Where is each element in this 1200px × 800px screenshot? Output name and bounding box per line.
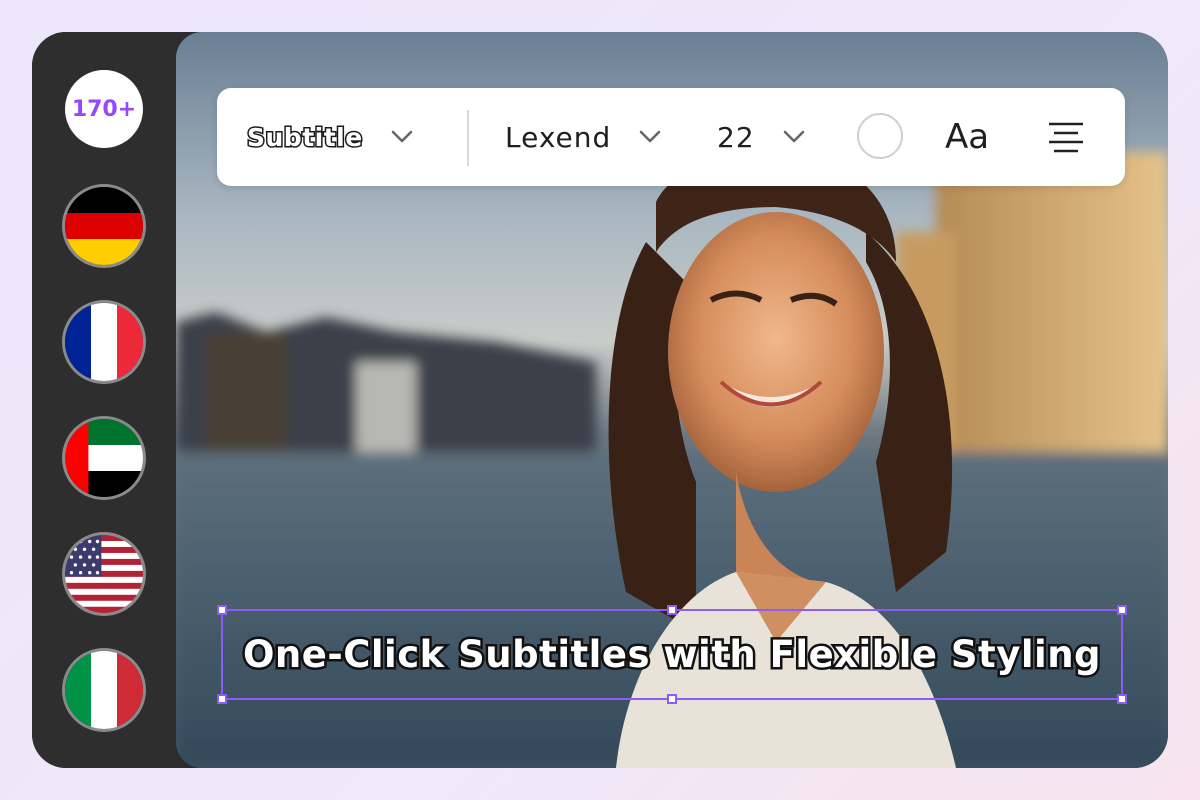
video-preview: Subtitle Lexend 22 Aa One-Click Subtitle… bbox=[176, 32, 1168, 768]
text-color-swatch[interactable] bbox=[857, 113, 903, 159]
alignment-button[interactable] bbox=[1047, 88, 1085, 186]
text-case-button[interactable]: Aa bbox=[945, 88, 989, 186]
chevron-down-icon bbox=[783, 130, 804, 143]
subtitle-toolbar: Subtitle Lexend 22 Aa bbox=[217, 88, 1125, 186]
resize-handle-bottom-left[interactable] bbox=[217, 694, 227, 704]
resize-handle-bottom-center[interactable] bbox=[667, 694, 677, 704]
flag-uae-icon[interactable] bbox=[62, 416, 146, 500]
font-size-value: 22 bbox=[717, 120, 755, 154]
resize-handle-top-center[interactable] bbox=[667, 605, 677, 615]
flag-italy-icon[interactable] bbox=[62, 648, 146, 732]
resize-handle-top-right[interactable] bbox=[1117, 605, 1127, 615]
style-dropdown[interactable]: Subtitle bbox=[246, 88, 413, 186]
font-dropdown[interactable]: Lexend bbox=[505, 88, 661, 186]
chevron-down-icon bbox=[640, 130, 661, 143]
flag-france-icon[interactable] bbox=[62, 300, 146, 384]
font-size-dropdown[interactable]: 22 bbox=[717, 88, 805, 186]
app-window: 170+ Subtitle Lexend 22 Aa One-Click Sub… bbox=[32, 32, 1168, 768]
language-count-badge: 170+ bbox=[65, 70, 143, 148]
font-label: Lexend bbox=[505, 120, 612, 154]
flag-germany-icon[interactable] bbox=[62, 184, 146, 268]
style-label: Subtitle bbox=[246, 121, 364, 153]
flag-usa-icon[interactable] bbox=[62, 532, 146, 616]
toolbar-divider bbox=[467, 110, 469, 166]
subtitle-caption-text[interactable]: One-Click Subtitles with Flexible Stylin… bbox=[223, 611, 1121, 698]
language-sidebar: 170+ bbox=[32, 32, 176, 768]
resize-handle-bottom-right[interactable] bbox=[1117, 694, 1127, 704]
resize-handle-top-left[interactable] bbox=[217, 605, 227, 615]
text-case-icon: Aa bbox=[945, 117, 990, 157]
chevron-down-icon bbox=[391, 130, 412, 143]
subtitle-caption-box[interactable]: One-Click Subtitles with Flexible Stylin… bbox=[217, 605, 1127, 704]
align-center-icon bbox=[1049, 122, 1083, 153]
